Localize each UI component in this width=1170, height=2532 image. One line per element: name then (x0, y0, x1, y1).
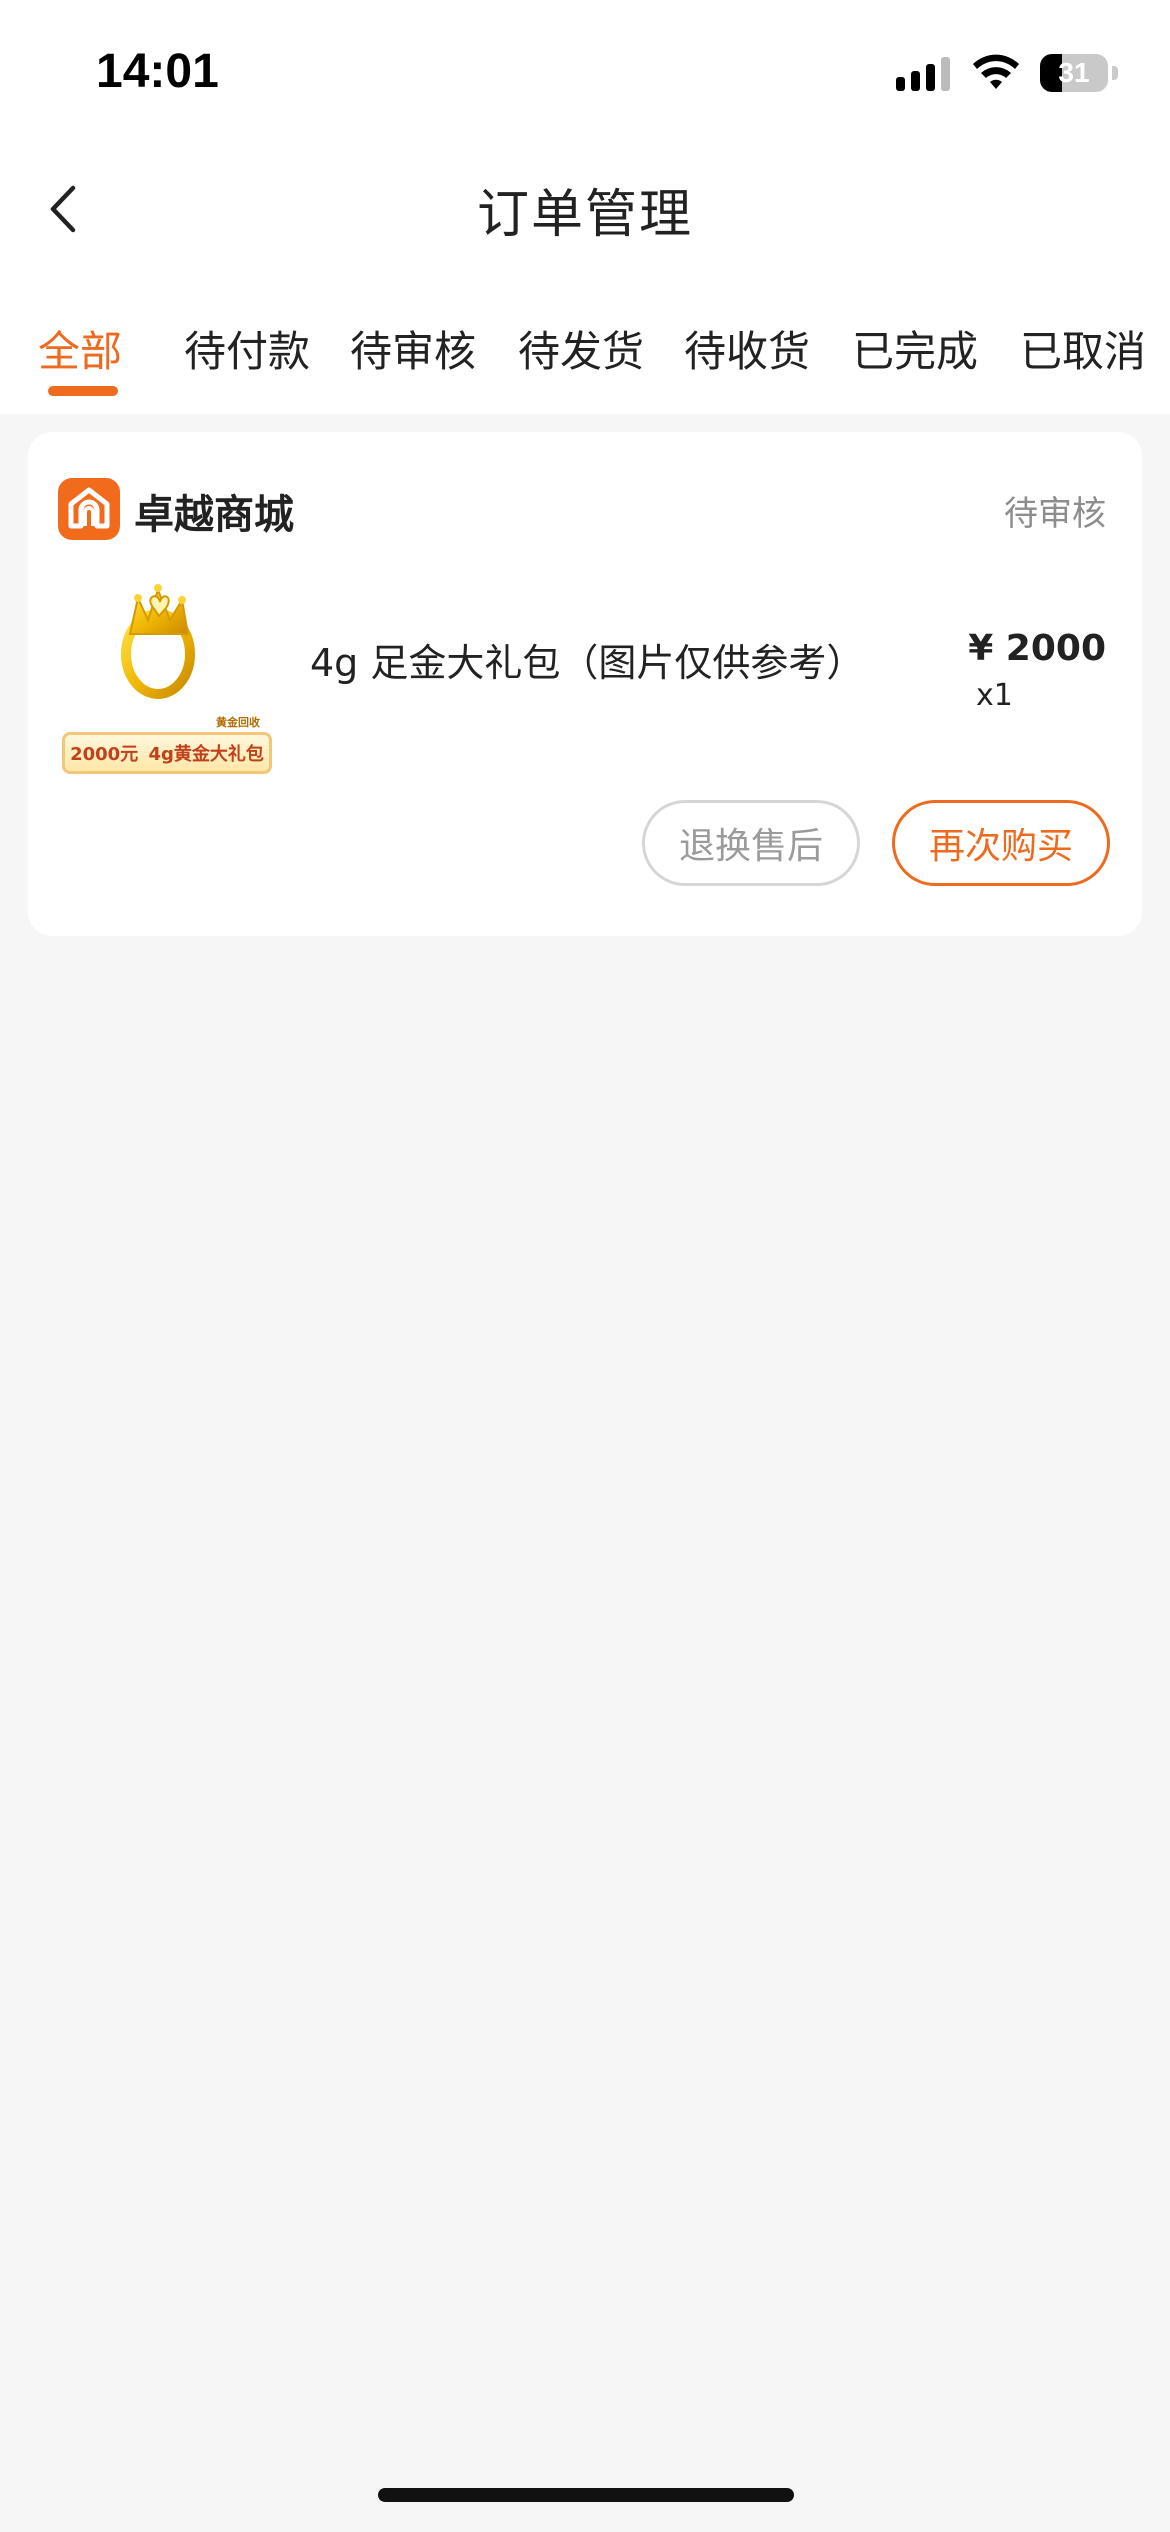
image-banner-price: 2000元 (70, 744, 139, 765)
battery-icon: 31 (1040, 54, 1108, 92)
order-tabs: 全部 待付款 待审核 待发货 待收货 已完成 已取消 (0, 318, 1170, 414)
tab-cancelled[interactable]: 已取消 (1020, 318, 1146, 379)
header-area: 14:01 31 订单管理 全部 待付款 待审核 待发货 待收货 已完成 已取消 (0, 0, 1170, 414)
product-quantity: x1 (976, 678, 1013, 713)
tab-pending-review[interactable]: 待审核 (350, 318, 476, 379)
product-price: ¥ 2000 (968, 628, 1106, 669)
buy-again-button[interactable]: 再次购买 (892, 800, 1110, 886)
tab-all[interactable]: 全部 (38, 318, 122, 379)
image-banner-title: 4g黄金大礼包 (148, 744, 264, 765)
tab-active-indicator (48, 386, 118, 396)
status-icons: 31 (896, 48, 1118, 98)
return-service-button[interactable]: 退换售后 (642, 800, 860, 886)
product-image[interactable]: 黄金回收 2000元 4g黄金大礼包 (58, 564, 276, 782)
page-title: 订单管理 (476, 185, 693, 245)
shop-logo-icon (58, 478, 120, 540)
battery-tip (1112, 66, 1118, 80)
battery-level: 31 (1058, 57, 1090, 88)
signal-icon (896, 55, 950, 91)
image-banner: 2000元 4g黄金大礼包 (62, 732, 272, 774)
status-time: 14:01 (96, 45, 219, 98)
product-name[interactable]: 4g 足金大礼包（图片仅供参考） (310, 632, 864, 687)
tab-pending-receipt[interactable]: 待收货 (684, 318, 810, 379)
wifi-icon (973, 54, 1019, 89)
gold-ring-icon (121, 584, 195, 699)
tab-completed[interactable]: 已完成 (852, 318, 978, 379)
home-indicator[interactable] (378, 2488, 794, 2502)
order-status-badge: 待审核 (1004, 494, 1106, 534)
order-card[interactable]: 卓越商城 待审核 黄金回收 2000元 4g黄金大礼包 4g 足金大礼包（图片仅… (28, 432, 1142, 936)
tab-pending-payment[interactable]: 待付款 (184, 318, 310, 379)
tab-pending-shipment[interactable]: 待发货 (518, 318, 644, 379)
image-tag: 黄金回收 (216, 716, 260, 729)
shop-name[interactable]: 卓越商城 (134, 482, 294, 540)
